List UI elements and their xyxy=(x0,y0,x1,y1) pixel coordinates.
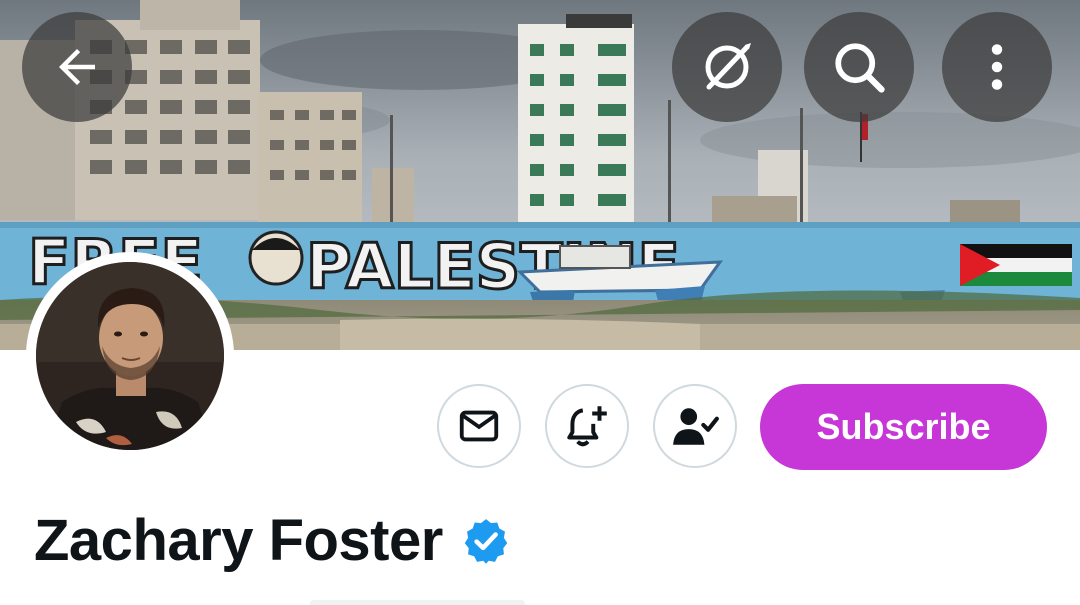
grok-button[interactable] xyxy=(672,12,782,122)
envelope-icon xyxy=(459,410,499,442)
verified-badge-icon[interactable] xyxy=(461,516,511,566)
more-vertical-icon xyxy=(991,44,1003,90)
profile-avatar[interactable] xyxy=(26,252,234,460)
subscribe-button[interactable]: Subscribe xyxy=(760,384,1047,470)
bell-plus-icon xyxy=(567,406,607,447)
display-name: Zachary Foster xyxy=(34,508,443,573)
following-button[interactable] xyxy=(653,384,737,468)
handle-placeholder xyxy=(310,600,525,605)
arrow-left-icon xyxy=(59,49,95,85)
back-button[interactable] xyxy=(22,12,132,122)
notifications-button[interactable] xyxy=(545,384,629,468)
grok-icon xyxy=(705,43,751,90)
message-button[interactable] xyxy=(437,384,521,468)
person-check-icon xyxy=(673,408,719,445)
profile-name-row: Zachary Foster xyxy=(34,505,511,577)
search-icon xyxy=(835,43,885,93)
more-options-button[interactable] xyxy=(942,12,1052,122)
profile-page: FREE PALESTINE xyxy=(0,0,1080,605)
search-button[interactable] xyxy=(804,12,914,122)
avatar-image xyxy=(36,262,224,450)
